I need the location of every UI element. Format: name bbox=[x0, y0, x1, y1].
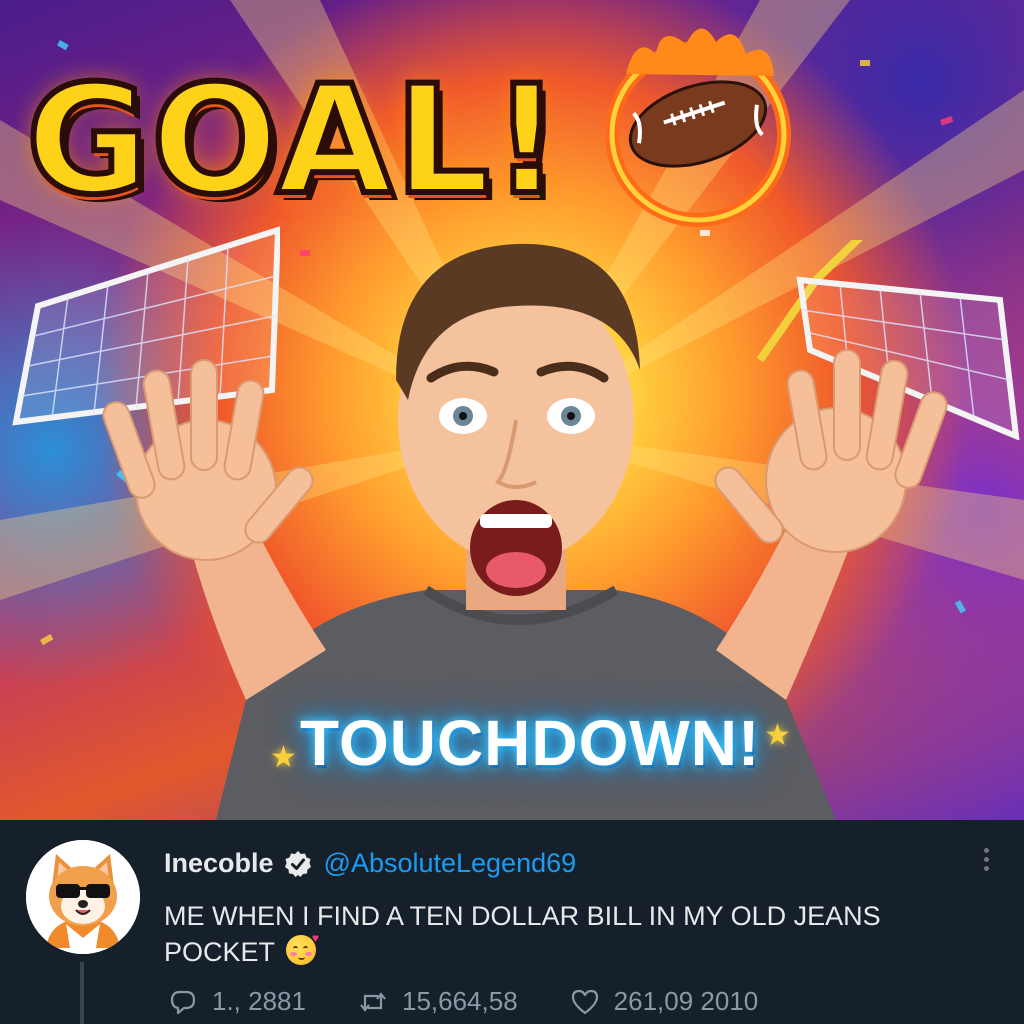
thread-line bbox=[80, 962, 84, 1024]
reply-icon bbox=[170, 990, 196, 1014]
tweet-body: ME WHEN I FIND A TEN DOLLAR BILL IN MY O… bbox=[164, 901, 881, 967]
reply-count: 1., 2881 bbox=[212, 986, 306, 1016]
shirt-text: TOUCHDOWN! bbox=[300, 707, 761, 779]
flaming-football-icon bbox=[606, 28, 791, 227]
retweet-icon bbox=[360, 991, 386, 1012]
more-options-icon[interactable] bbox=[978, 846, 994, 876]
retweet-count: 15,664,58 bbox=[401, 986, 518, 1016]
smiling-face-with-hearts-icon: ♥ bbox=[286, 932, 319, 965]
like-button[interactable]: 261,09 2010 bbox=[570, 986, 759, 1017]
tweet-author[interactable]: Inecoble @AbsoluteLegend69 bbox=[164, 848, 576, 879]
avatar[interactable] bbox=[26, 840, 140, 954]
display-name[interactable]: Inecoble bbox=[164, 848, 274, 879]
sparkle-right-icon: ★ bbox=[764, 719, 791, 752]
heart-icon bbox=[571, 989, 598, 1014]
tweet-text: ME WHEN I FIND A TEN DOLLAR BILL IN MY O… bbox=[164, 898, 944, 970]
retweet-button[interactable]: 15,664,58 bbox=[358, 986, 518, 1017]
verified-badge-icon bbox=[284, 850, 311, 877]
tweet-media-image[interactable]: GOAL! ★ ★ TOUCHDOWN! bbox=[0, 0, 1024, 820]
reply-button[interactable]: 1., 2881 bbox=[168, 986, 306, 1017]
like-count: 261,09 2010 bbox=[613, 986, 759, 1016]
user-handle[interactable]: @AbsoluteLegend69 bbox=[324, 848, 577, 879]
tweet[interactable]: Inecoble @AbsoluteLegend69 ME WHEN I FIN… bbox=[0, 820, 1024, 1024]
tweet-actions: 1., 2881 15,664,58 261,09 2010 bbox=[168, 986, 810, 1017]
goal-headline: GOAL! bbox=[23, 54, 564, 228]
corgi-sunglasses-avatar-icon bbox=[26, 840, 140, 954]
sparkle-left-icon: ★ bbox=[270, 741, 297, 774]
